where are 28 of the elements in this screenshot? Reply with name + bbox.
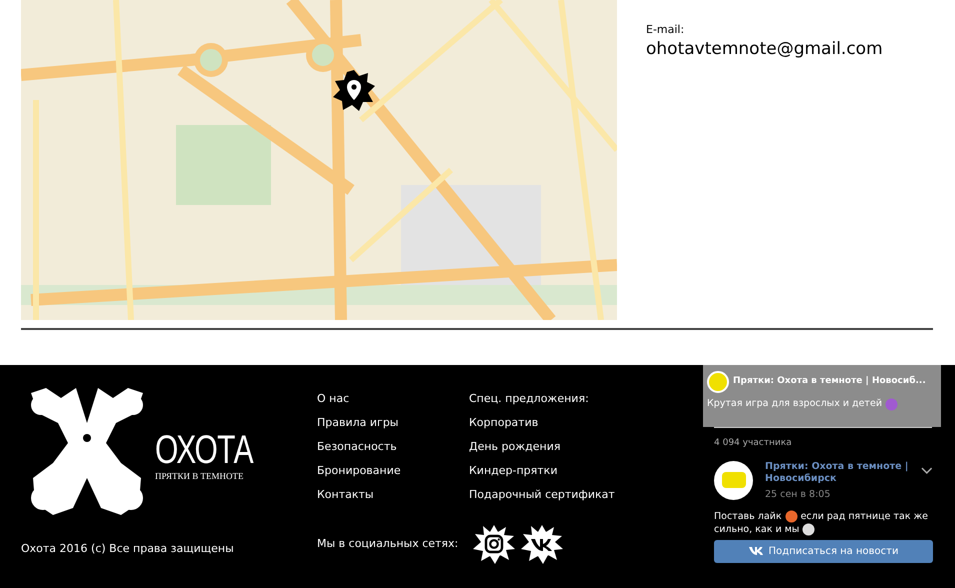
- footer-menu-link[interactable]: Бронирование: [317, 463, 469, 478]
- group-avatar-icon: [707, 371, 729, 393]
- members-count: 4 094 участника: [714, 437, 793, 450]
- social-label: Мы в социальных сетях:: [317, 536, 458, 552]
- offer-link[interactable]: День рождения: [469, 439, 705, 454]
- email-link[interactable]: ohotavtemnote@gmail.com: [646, 38, 883, 60]
- footer-menu-link[interactable]: О нас: [317, 391, 469, 406]
- offer-link[interactable]: Корпоратив: [469, 415, 705, 430]
- map-pin-icon: [331, 68, 377, 114]
- offer-link[interactable]: Подарочный сертификат: [469, 487, 705, 502]
- footer-menu-link[interactable]: Безопасность: [317, 439, 469, 454]
- offer-link[interactable]: Киндер-прятки: [469, 463, 705, 478]
- copyright-text: Охота 2016 (с) Все права защищены: [21, 541, 235, 557]
- offers-heading: Спец. предложения:: [469, 391, 590, 406]
- logo-subtitle: ПРЯТКИ В ТЕМНОТЕ: [155, 472, 244, 481]
- cover-text: Крутая игра для взрослых и детей: [707, 397, 882, 411]
- post-text: сильно, как и мы: [714, 522, 800, 536]
- post-author-link[interactable]: Прятки: Охота в темноте | Новосибирск: [765, 460, 910, 484]
- chevron-down-icon[interactable]: [921, 466, 933, 474]
- vk-icon: [748, 547, 763, 556]
- footer-menu-link[interactable]: Контакты: [317, 487, 469, 502]
- post-text: если рад пятнице так же: [800, 510, 928, 523]
- subscribe-button[interactable]: Подписаться на новости: [714, 540, 933, 563]
- footer-menu-link[interactable]: Правила игры: [317, 415, 469, 430]
- logo-title: ОХОТА: [155, 430, 253, 470]
- post-date: 25 сен в 8:05: [765, 488, 832, 502]
- post-text: Поставь лайк: [714, 510, 782, 523]
- email-label: E-mail:: [646, 22, 686, 38]
